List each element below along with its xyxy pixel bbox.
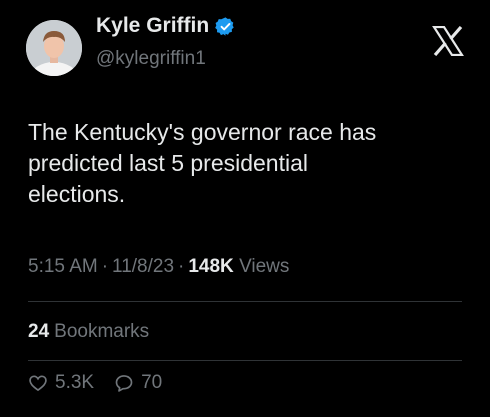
reply-button[interactable]: 70 — [114, 372, 162, 394]
tweet-date[interactable]: 11/8/23 — [112, 256, 174, 277]
divider — [28, 301, 462, 302]
tweet-text-line: elections. — [28, 181, 126, 207]
tweet-text-line: predicted last 5 presidential — [28, 150, 308, 176]
action-bar: 5.3K 70 — [28, 372, 162, 394]
author-display-name[interactable]: Kyle Griffin — [96, 14, 209, 38]
like-count: 5.3K — [55, 372, 95, 393]
meta-separator: · — [101, 256, 109, 277]
tweet-text: The Kentucky's governor race has predict… — [28, 117, 468, 210]
like-button[interactable]: 5.3K — [28, 372, 94, 394]
divider — [28, 360, 462, 361]
views-count: 148K — [188, 256, 234, 277]
author-name-row: Kyle Griffin — [96, 14, 236, 38]
tweet-meta: 5:15 AM · 11/8/23 · 148K Views — [28, 256, 289, 278]
avatar[interactable] — [26, 20, 82, 76]
bookmarks-label: Bookmarks — [54, 321, 150, 342]
heart-icon — [29, 375, 47, 392]
views-label: Views — [239, 256, 290, 277]
reply-bubble-icon — [115, 375, 133, 392]
author-handle[interactable]: @kylegriffin1 — [96, 48, 206, 70]
x-logo-icon — [432, 26, 464, 56]
meta-separator: · — [178, 256, 185, 277]
verified-badge-icon — [215, 16, 234, 36]
bookmarks-count: 24 — [28, 321, 50, 342]
tweet-card: Kyle Griffin @kylegriffin1 The Kentucky'… — [0, 0, 490, 417]
bookmarks-stat[interactable]: 24 Bookmarks — [28, 321, 149, 343]
tweet-time[interactable]: 5:15 AM — [28, 256, 98, 277]
tweet-text-line: The Kentucky's governor race has — [28, 119, 377, 145]
reply-count: 70 — [141, 372, 163, 393]
